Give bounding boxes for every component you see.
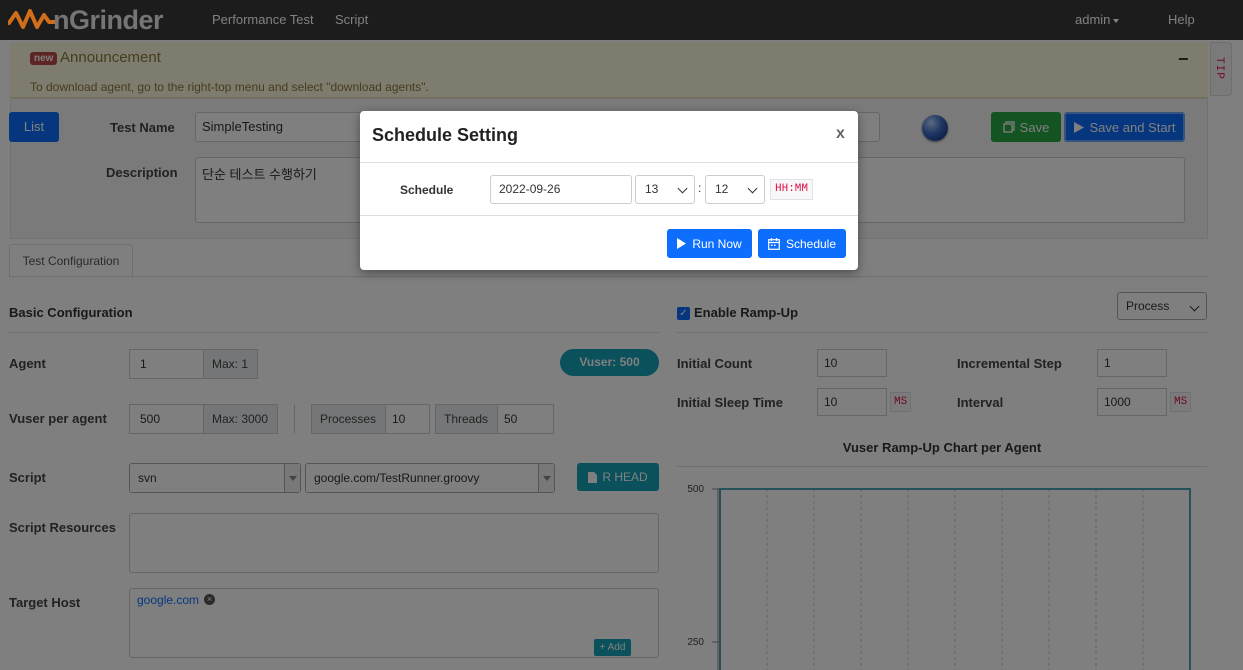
hour-value: 13 bbox=[645, 182, 659, 196]
modal-footer-divider bbox=[360, 215, 858, 216]
chevron-down-icon bbox=[677, 183, 688, 194]
calendar-icon bbox=[768, 237, 780, 250]
hour-select[interactable]: 13 bbox=[635, 175, 695, 204]
schedule-button[interactable]: Schedule bbox=[758, 229, 846, 258]
schedule-button-label: Schedule bbox=[785, 236, 837, 251]
schedule-setting-modal: Schedule Setting x Schedule 2022-09-26 1… bbox=[360, 111, 858, 270]
run-now-button[interactable]: Run Now bbox=[667, 229, 752, 258]
minute-select[interactable]: 12 bbox=[705, 175, 765, 204]
close-icon[interactable]: x bbox=[836, 125, 845, 143]
play-icon bbox=[677, 238, 687, 249]
run-now-label: Run Now bbox=[692, 236, 742, 251]
minute-value: 12 bbox=[715, 182, 729, 196]
schedule-date-input[interactable]: 2022-09-26 bbox=[490, 175, 632, 204]
time-format-hint: HH:MM bbox=[770, 179, 814, 200]
modal-header-divider bbox=[360, 162, 858, 163]
time-separator: : bbox=[698, 181, 702, 195]
modal-title: Schedule Setting bbox=[372, 125, 519, 145]
schedule-label: Schedule bbox=[400, 183, 454, 197]
navbar-backdrop bbox=[0, 0, 1243, 40]
chevron-down-icon bbox=[747, 183, 758, 194]
